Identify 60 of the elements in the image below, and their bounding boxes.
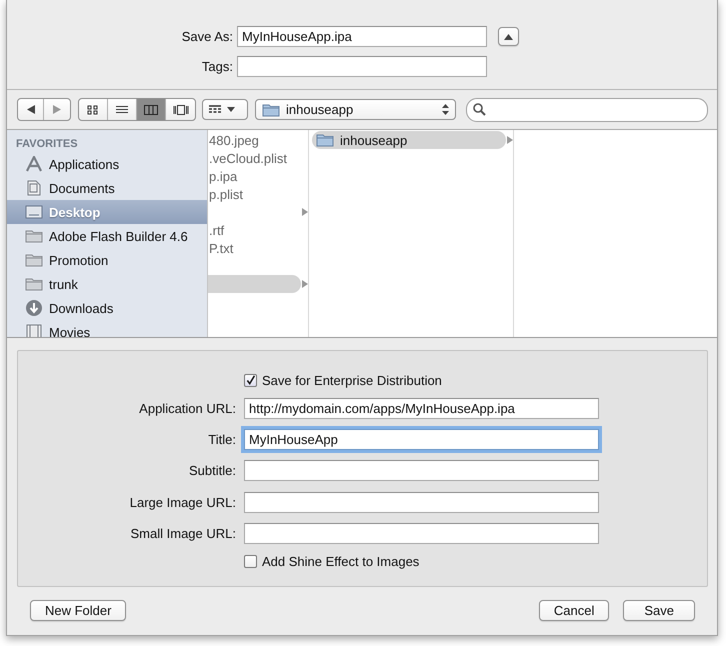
save-as-label: Save As: — [180, 29, 233, 44]
back-arrow-icon — [26, 105, 34, 114]
folder-icon — [316, 133, 334, 147]
field-label: Large Image URL: — [128, 494, 236, 510]
file-item[interactable]: 480.jpeg — [208, 131, 301, 149]
field-label: Subtitle: — [188, 463, 236, 478]
file-item[interactable]: .veCloud.plist — [208, 149, 301, 167]
sidebar-item[interactable]: Downloads — [7, 296, 207, 320]
expand-toggle-button[interactable] — [498, 27, 519, 46]
sidebar-item[interactable]: Applications — [7, 152, 207, 176]
view-mode-button[interactable] — [137, 99, 166, 120]
checkbox-label: Add Shine Effect to Images — [262, 554, 420, 569]
folder-icon — [25, 277, 43, 291]
folder-icon — [262, 102, 280, 116]
new-folder-button[interactable]: New Folder — [30, 600, 126, 621]
caret-icon — [227, 107, 235, 112]
filename-field[interactable]: MyInHouseApp.ipa — [237, 26, 487, 48]
folder-icon — [25, 229, 43, 243]
tags-field[interactable] — [237, 56, 487, 77]
cancel-button[interactable]: Cancel — [538, 600, 610, 621]
file-item[interactable]: p.plist — [208, 185, 301, 203]
input-field[interactable]: http://mydomain.com/apps/MyInHouseApp.ipa — [244, 398, 599, 420]
search-field[interactable] — [466, 98, 708, 122]
coverflow-icon — [172, 104, 188, 114]
checkbox[interactable] — [244, 374, 257, 388]
sidebar-item[interactable]: Documents — [7, 176, 207, 200]
sidebar-item[interactable]: Promotion — [7, 248, 207, 272]
save-button[interactable]: Save — [623, 600, 695, 621]
sidebar-item[interactable]: Movies — [7, 320, 207, 337]
sidebar-item[interactable]: Adobe Flash Builder 4.6 — [7, 224, 207, 248]
columns-icon — [144, 104, 158, 114]
search-icon — [473, 103, 486, 116]
triangle-up-icon — [504, 34, 513, 40]
tags-label: Tags: — [200, 58, 233, 74]
checkbox[interactable] — [244, 554, 257, 568]
field-label: Small Image URL: — [130, 526, 236, 541]
desktop-icon — [25, 204, 43, 220]
input-field[interactable] — [244, 460, 599, 482]
grid-icon — [87, 104, 99, 114]
input-field[interactable] — [244, 492, 599, 513]
file-item[interactable]: .rtf — [208, 221, 301, 239]
download-icon — [25, 299, 43, 317]
updown-icon — [442, 104, 449, 115]
field-label: Title: — [207, 432, 236, 448]
checkbox-label: Save for Enterprise Distribution — [262, 373, 442, 388]
input-field[interactable] — [244, 522, 599, 544]
applications-icon — [25, 156, 43, 172]
forward-arrow-icon — [53, 105, 61, 114]
input-field[interactable]: MyInHouseApp — [244, 429, 599, 450]
list-icon — [116, 104, 128, 114]
file-item[interactable]: P.txt — [208, 239, 301, 257]
field-label: Application URL: — [138, 401, 236, 416]
arrange-button[interactable] — [202, 99, 248, 120]
sidebar-item[interactable]: trunk — [7, 272, 207, 296]
arrange-icon — [209, 104, 221, 114]
path-popup[interactable]: inhouseapp — [255, 99, 456, 120]
sidebar-heading: FAVORITES — [16, 138, 78, 150]
file-item[interactable]: p.ipa — [208, 167, 301, 185]
folder-icon — [25, 253, 43, 267]
documents-icon — [25, 180, 43, 196]
